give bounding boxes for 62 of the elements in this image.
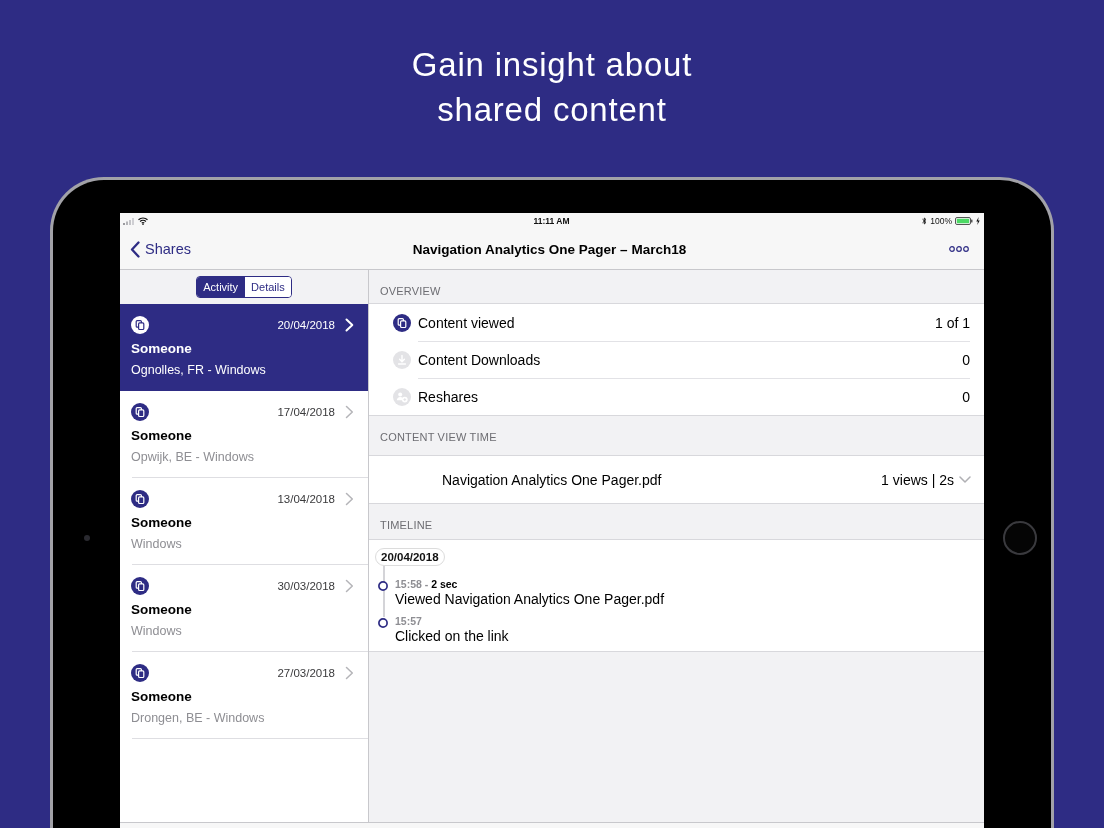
camera-icon (83, 535, 90, 541)
stat-label: Reshares (418, 389, 478, 405)
file-row[interactable]: Navigation Analytics One Pager.pdf 1 views | 2s (369, 455, 984, 504)
stat-label: Content Downloads (418, 352, 541, 368)
stat-value: 1 of 1 (934, 314, 970, 331)
event-time: 15:57 (395, 615, 423, 628)
chevron-right-icon (345, 405, 354, 419)
back-button[interactable]: Shares (130, 240, 191, 258)
timeline-marker-icon (378, 580, 388, 591)
viewer-location: Ognolles, FR - Windows (131, 362, 267, 378)
chevron-right-icon (345, 579, 354, 593)
battery-percent: 100% (930, 216, 952, 226)
copy-icon (131, 577, 149, 595)
signal-icon (123, 217, 135, 225)
copy-icon (131, 664, 149, 682)
file-name: Navigation Analytics One Pager.pdf (442, 471, 662, 488)
segment-tab[interactable]: Details (244, 277, 291, 297)
viewer-name: Someone (131, 340, 193, 358)
section-header: TIMELINE (379, 518, 434, 533)
timeline-marker-icon (378, 617, 388, 628)
back-icon (130, 240, 140, 258)
timeline-date: 20/04/2018 (375, 548, 445, 566)
viewer-location: Opwijk, BE - Windows (131, 449, 255, 465)
stat-value: 0 (962, 352, 970, 368)
viewer-name: Someone (131, 427, 193, 445)
chevron-right-icon (345, 666, 354, 680)
viewer-location: Windows (131, 623, 183, 639)
copy-icon (131, 403, 149, 421)
stat-label: Content viewed (418, 314, 515, 331)
chevron-right-icon (345, 318, 354, 332)
battery-icon (955, 217, 973, 225)
view-summary: 1 views | 2s (881, 471, 954, 488)
share-date: 13/04/2018 (277, 493, 335, 505)
status-time: 11:11 AM (533, 216, 570, 226)
stat-value: 0 (962, 389, 970, 405)
section-header: OVERVIEW (379, 284, 442, 299)
event-time: 15:58 - 2 sec (395, 578, 459, 591)
share-date: 30/03/2018 (277, 580, 335, 592)
segment-tab[interactable]: Activity (197, 277, 245, 297)
share-date: 17/04/2018 (277, 406, 335, 418)
viewer-name: Someone (131, 601, 193, 619)
viewer-location: Drongen, BE - Windows (131, 710, 266, 726)
event-title: Viewed Navigation Analytics One Pager.pdf (395, 591, 665, 607)
more-icon (949, 246, 969, 252)
wifi-icon (138, 217, 148, 225)
share-row[interactable]: 20/04/2018 Someone Ognolles, FR - Windows (120, 304, 368, 391)
share-date: 27/03/2018 (277, 667, 335, 679)
event-title: Clicked on the link (395, 628, 509, 644)
screen-title: Navigation Analytics One Pager – March18 (412, 241, 687, 257)
viewer-name: Someone (131, 514, 193, 532)
copy-icon (131, 316, 149, 334)
section-header: CONTENT VIEW TIME (379, 430, 498, 445)
bluetooth-icon (922, 217, 928, 225)
headline: Gain insight about shared content (411, 45, 693, 130)
timeline-connector (383, 565, 385, 617)
share-date: 20/04/2018 (277, 319, 335, 331)
viewer-name: Someone (131, 688, 193, 706)
more-button[interactable] (949, 246, 969, 252)
copy-icon (131, 490, 149, 508)
viewer-location: Windows (131, 536, 183, 552)
chevron-right-icon (345, 492, 354, 506)
charging-icon (976, 217, 980, 225)
